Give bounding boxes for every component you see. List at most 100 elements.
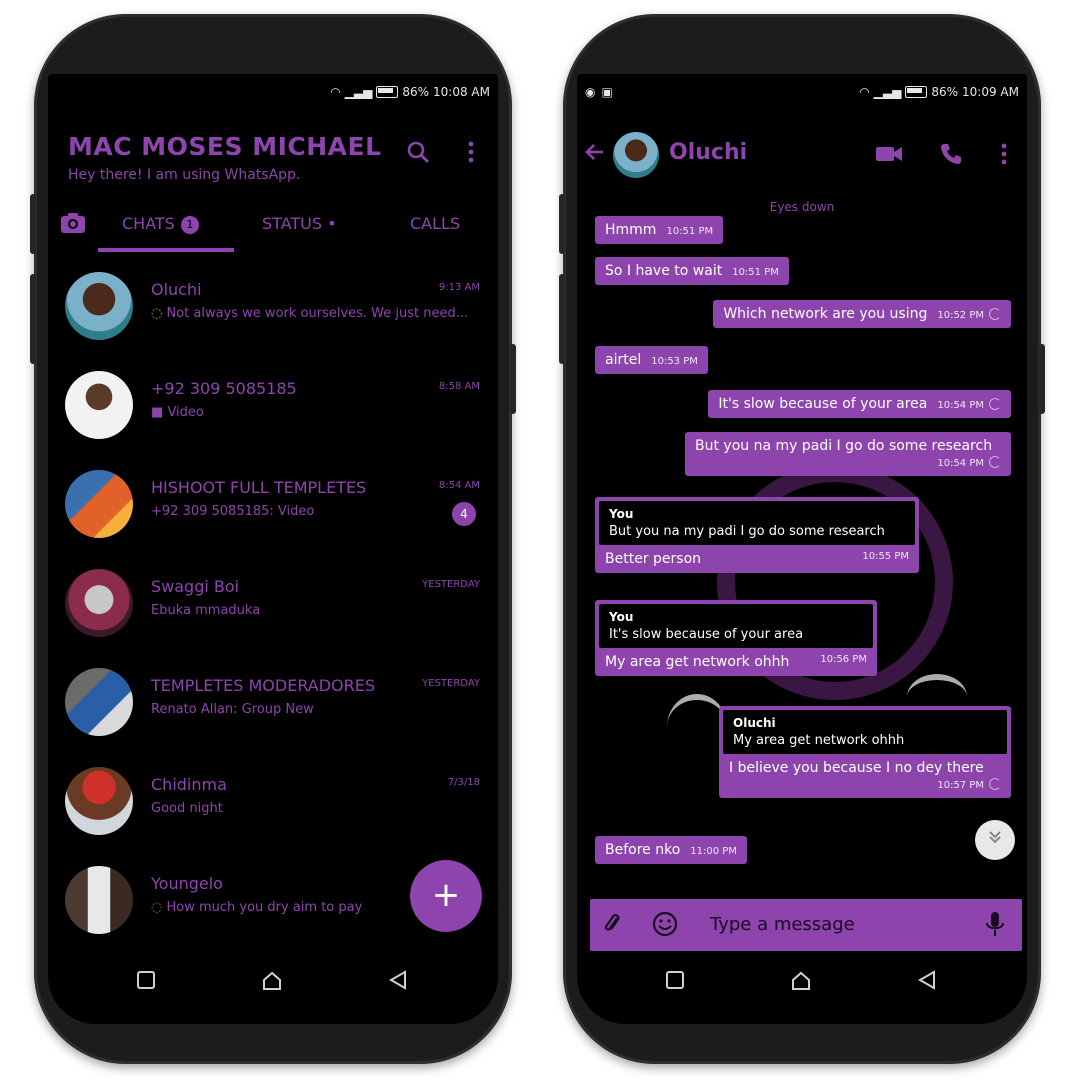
message-input[interactable]: Type a message <box>710 914 855 935</box>
battery-level: 86% <box>402 85 430 99</box>
message-text: airtel <box>605 352 642 368</box>
message-time: 10:55 PM <box>862 551 909 562</box>
back-nav-icon[interactable] <box>917 970 937 996</box>
avatar <box>65 866 133 934</box>
list-item[interactable]: +92 309 5085185 8:58 AM ■ Video <box>48 357 498 453</box>
list-item[interactable]: TEMPLETES MODERADORES YESTERDAY Renato A… <box>48 654 498 750</box>
pending-icon <box>989 456 1001 468</box>
conversation-screen: ◉ ▣ ◠ ▁▃▅ 86% 10:09 AM Oluchi Eyes down … <box>577 74 1027 1024</box>
quote-author: You <box>609 610 634 624</box>
avatar[interactable] <box>613 132 659 178</box>
status-dot: • <box>327 214 337 233</box>
incoming-message[interactable]: Before nko 11:00 PM <box>595 836 747 864</box>
outgoing-message[interactable]: It's slow because of your area 10:54 PM <box>708 390 1011 418</box>
outgoing-reply-message[interactable]: Oluchi My area get network ohhh I believ… <box>719 706 1011 798</box>
chat-time: YESTERDAY <box>422 579 480 590</box>
chat-name: +92 309 5085185 <box>151 379 297 398</box>
chat-preview: +92 309 5085185: Video <box>151 504 315 519</box>
image-icon: ▣ <box>601 85 613 99</box>
chat-name: Youngelo <box>151 874 223 893</box>
power-button <box>1039 344 1045 414</box>
outgoing-message[interactable]: But you na my padi I go do some research… <box>685 432 1011 476</box>
chat-list-screen: ◠ ▁▃▅ 86% 10:08 AM MAC MOSES MICHAEL Hey… <box>48 74 498 1024</box>
chat-name: TEMPLETES MODERADORES <box>151 676 376 695</box>
avatar <box>65 767 133 835</box>
message-text: Which network are you using <box>723 306 928 322</box>
incoming-message[interactable]: airtel 10:53 PM <box>595 346 708 374</box>
quoted-message[interactable]: Oluchi My area get network ohhh <box>723 710 1007 754</box>
incoming-message[interactable]: So I have to wait 10:51 PM <box>595 257 789 285</box>
date-chip: Eyes down <box>769 200 835 214</box>
emoji-icon[interactable] <box>652 911 678 943</box>
voice-call-icon[interactable] <box>939 142 963 170</box>
incoming-message[interactable]: Hmmm 10:51 PM <box>595 216 724 244</box>
quote-text: But you na my padi I go do some research <box>609 524 885 539</box>
tab-status-label: STATUS <box>262 214 323 233</box>
tab-status[interactable]: STATUS • <box>262 214 337 233</box>
list-item[interactable]: HISHOOT FULL TEMPLETES 8:54 AM +92 309 5… <box>48 456 498 552</box>
battery-icon <box>376 86 399 98</box>
chat-name: Swaggi Boi <box>151 577 240 596</box>
volume-button <box>30 274 36 364</box>
new-chat-button[interactable]: + <box>410 860 482 932</box>
list-item[interactable]: Oluchi 9:13 AM ◌ Not always we work ours… <box>48 258 498 354</box>
quote-text: My area get network ohhh <box>733 733 905 748</box>
chat-name: Chidinma <box>151 775 227 794</box>
message-text: But you na my padi I go do some research <box>695 438 993 454</box>
more-vert-icon[interactable] <box>999 142 1009 170</box>
scroll-down-button[interactable] <box>975 820 1015 860</box>
list-item[interactable]: Swaggi Boi YESTERDAY Ebuka mmaduka <box>48 555 498 651</box>
more-vert-icon[interactable] <box>466 140 476 170</box>
tab-chats[interactable]: CHATS 1 <box>122 214 199 234</box>
incoming-reply-message[interactable]: You It's slow because of your area My ar… <box>595 600 877 676</box>
volume-button <box>30 194 36 254</box>
volume-button <box>559 194 565 254</box>
pending-icon <box>989 778 1001 790</box>
double-chevron-down-icon <box>989 831 1001 844</box>
unread-badge: 4 <box>452 502 476 526</box>
quote-author: You <box>609 507 634 521</box>
quoted-message[interactable]: You But you na my padi I go do some rese… <box>599 501 915 545</box>
volume-button <box>559 274 565 364</box>
list-item[interactable]: Chidinma 7/3/18 Good night <box>48 753 498 849</box>
contact-name[interactable]: Oluchi <box>669 140 747 165</box>
chat-preview-text: Video <box>167 405 204 420</box>
home-icon[interactable] <box>261 970 283 998</box>
chat-name: HISHOOT FULL TEMPLETES <box>151 478 367 497</box>
message-text: Better person <box>605 551 702 567</box>
notification-icon: ◉ <box>585 85 596 99</box>
message-text: Hmmm <box>605 222 657 238</box>
attach-icon[interactable] <box>600 911 626 943</box>
typing-spinner-icon: ◌ <box>151 306 163 321</box>
message-text: So I have to wait <box>605 263 723 279</box>
message-text: My area get network ohhh <box>605 654 790 670</box>
chat-time: 7/3/18 <box>447 777 480 788</box>
quote-author: Oluchi <box>733 716 776 730</box>
search-icon[interactable] <box>406 140 430 170</box>
message-time: 10:53 PM <box>651 356 698 367</box>
chat-preview: Renato Allan: Group New <box>151 702 314 717</box>
message-time: 10:54 PM <box>937 458 984 469</box>
chat-name: Oluchi <box>151 280 202 299</box>
tab-bar: CHATS 1 STATUS • CALLS <box>48 204 498 254</box>
wallpaper-art <box>667 694 727 760</box>
video-icon: ■ <box>151 405 164 420</box>
tab-calls[interactable]: CALLS <box>410 214 460 233</box>
incoming-reply-message[interactable]: You But you na my padi I go do some rese… <box>595 497 919 573</box>
message-text: I believe you because I no dey there <box>729 760 984 776</box>
message-time: 10:51 PM <box>666 226 714 237</box>
back-arrow-icon[interactable] <box>583 140 607 171</box>
microphone-icon[interactable] <box>984 911 1006 943</box>
recent-apps-icon[interactable] <box>665 970 685 996</box>
video-call-icon[interactable] <box>875 144 903 168</box>
home-icon[interactable] <box>790 970 812 998</box>
back-nav-icon[interactable] <box>388 970 408 996</box>
outgoing-message[interactable]: Which network are you using 10:52 PM <box>713 300 1011 328</box>
recent-apps-icon[interactable] <box>136 970 156 996</box>
camera-icon[interactable] <box>60 212 86 238</box>
quoted-message[interactable]: You It's slow because of your area <box>599 604 873 648</box>
chat-time: 8:54 AM <box>438 480 480 491</box>
battery-level: 86% <box>931 85 959 99</box>
chat-preview-text: How much you dry aim to pay <box>166 900 363 915</box>
profile-name: MAC MOSES MICHAEL <box>68 132 382 161</box>
